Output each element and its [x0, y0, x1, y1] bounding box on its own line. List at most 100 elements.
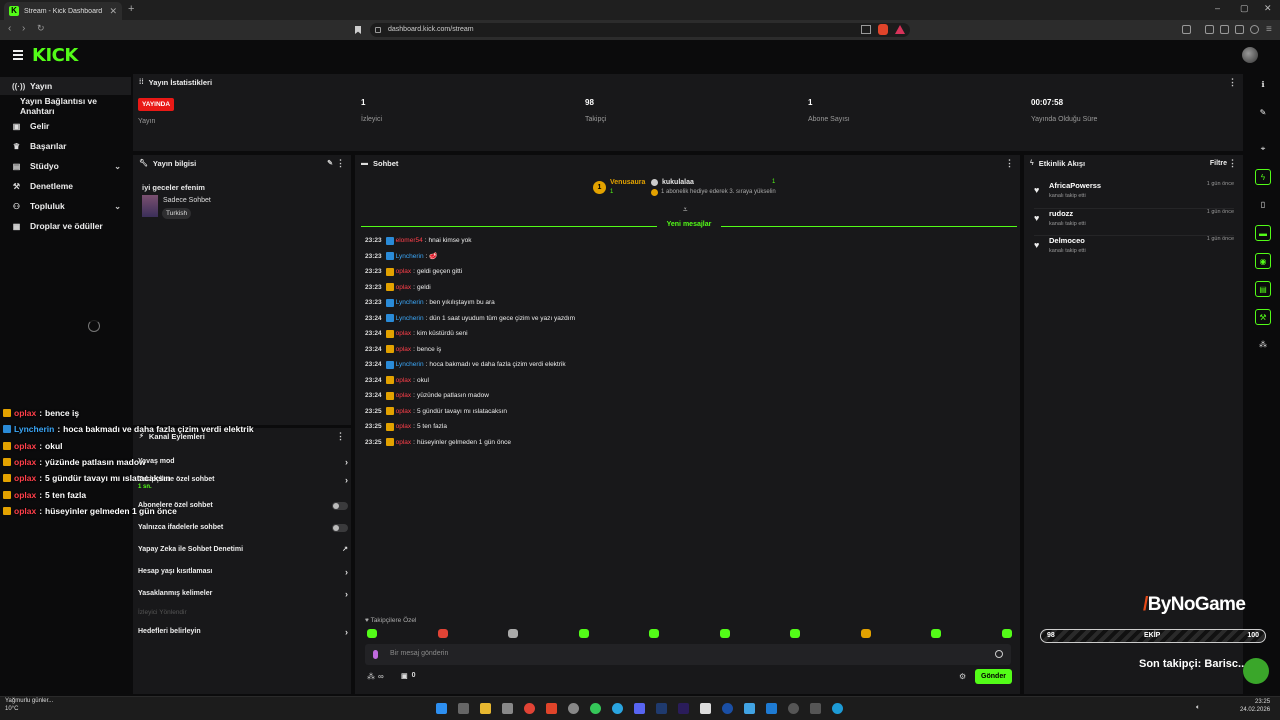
add-widget-icon[interactable]: ⁂	[1255, 337, 1271, 353]
chat-panel-icon[interactable]: ▬	[1255, 225, 1271, 241]
wrench-panel-icon[interactable]: ⚒	[1255, 309, 1271, 325]
forward-icon[interactable]: ›	[22, 23, 25, 34]
windows-start-icon[interactable]	[436, 703, 447, 714]
new-tab-icon[interactable]: +	[128, 3, 134, 15]
chat-input[interactable]: Bir mesaj gönderin	[365, 644, 1011, 665]
emoji-picker-icon[interactable]	[995, 650, 1003, 658]
emote-icon[interactable]	[508, 629, 518, 638]
emote-icon[interactable]	[860, 629, 871, 638]
chat-message[interactable]: 23:24 oplax: kim küstürdü seni	[365, 328, 468, 339]
browser-tab[interactable]: K Stream - Kick Dashboard ✕	[4, 2, 122, 20]
brave-icon[interactable]	[546, 703, 557, 714]
store-icon[interactable]	[502, 703, 513, 714]
collapse-icon[interactable]: ⩡	[683, 205, 688, 215]
chat-message[interactable]: 23:23 oplax: geldi geçen gitti	[365, 266, 462, 277]
app-icon[interactable]	[788, 703, 799, 714]
obs-icon[interactable]	[700, 703, 711, 714]
message-username[interactable]: oplax	[396, 423, 412, 430]
chat-message[interactable]: 23:25 oplax:5 ten fazla	[365, 421, 447, 432]
sidebar-toggle-icon[interactable]	[1205, 25, 1214, 34]
whatsapp-icon[interactable]	[590, 703, 601, 714]
document-icon[interactable]: ▯	[1255, 197, 1271, 213]
message-username[interactable]: oplax	[396, 408, 412, 415]
microphone-icon[interactable]	[373, 650, 378, 659]
drag-handle-icon[interactable]: ⁞⁞	[139, 79, 144, 86]
back-icon[interactable]: ‹	[8, 23, 11, 34]
chat-message[interactable]: 23:23 elomer54: hnai kimse yok	[365, 235, 472, 246]
chat-message[interactable]: 23:25 oplax:5 gündür tavayı mı ıslatacaks…	[365, 406, 507, 417]
photoshop-icon[interactable]	[656, 703, 667, 714]
sidebar-item-yayin[interactable]: ((·)) Yayın	[0, 77, 131, 95]
more-options-icon[interactable]: ⋮	[336, 431, 345, 442]
chat-message[interactable]: 23:23 Lyncherin: 🥩	[365, 251, 437, 262]
emote-icon[interactable]	[367, 629, 377, 638]
brave-rewards-icon[interactable]	[895, 25, 905, 34]
sidebar-item-basarilar[interactable]: ♛ Başarılar	[0, 137, 131, 155]
extensions-icon[interactable]	[1220, 25, 1229, 34]
brave-shield-icon[interactable]	[878, 24, 888, 35]
broadcast-panel-icon[interactable]: ◉	[1255, 253, 1271, 269]
emote-icon[interactable]	[790, 629, 800, 638]
app-icon[interactable]	[568, 703, 579, 714]
chrome-icon[interactable]	[524, 703, 535, 714]
reader-mode-icon[interactable]	[1182, 25, 1191, 34]
vscode-icon[interactable]	[766, 703, 777, 714]
chat-message[interactable]: 23:24 oplax: yüzünde patlasın madow	[365, 390, 489, 401]
sidebar-item-studyo[interactable]: ▤ Stüdyo ⌄	[0, 157, 131, 175]
weather-widget[interactable]: Yağmurlu günler... 10°C	[5, 698, 53, 712]
emote-icon[interactable]	[719, 629, 730, 638]
system-tray-icons[interactable]: 🔈︎	[1196, 704, 1220, 712]
message-username[interactable]: oplax	[396, 392, 412, 399]
send-button[interactable]: Gönder	[975, 669, 1012, 684]
more-options-icon[interactable]: ⋮	[1005, 158, 1014, 169]
user-avatar[interactable]	[1242, 47, 1258, 63]
sidebar-item-topluluk[interactable]: ⚇ Topluluk ⌄	[0, 197, 131, 215]
message-username[interactable]: oplax	[396, 439, 412, 446]
action-banned-words[interactable]: Yasaklanmış kelimeler ›	[138, 587, 348, 601]
chat-settings-icon[interactable]: ⚙	[959, 672, 966, 681]
emote-icon[interactable]	[931, 629, 941, 638]
chat-message[interactable]: 23:24 oplax: okul	[365, 375, 429, 386]
edit-pencil-icon[interactable]: ✎	[327, 159, 333, 167]
pencil-icon[interactable]: ✎	[1255, 105, 1271, 121]
message-username[interactable]: Lyncherin	[396, 361, 424, 368]
app-v-icon[interactable]	[744, 703, 755, 714]
kick-logo[interactable]: KICK	[32, 45, 78, 66]
minimize-button[interactable]: –	[1215, 3, 1220, 13]
emote-icon[interactable]	[1001, 629, 1012, 638]
hamburger-menu-icon[interactable]	[13, 50, 23, 62]
channel-points[interactable]: ⁂ ∞	[367, 672, 384, 681]
discord-icon[interactable]	[634, 703, 645, 714]
app-c-icon[interactable]	[722, 703, 733, 714]
action-slow-mode[interactable]: Yavaş mod ›	[138, 455, 348, 469]
message-username[interactable]: oplax	[396, 268, 412, 275]
filter-button[interactable]: Filtre	[1210, 160, 1227, 167]
sidebar-item-droplar[interactable]: ▦ Droplar ve ödüller	[0, 217, 131, 235]
event-user[interactable]: rudozz	[1049, 209, 1073, 218]
gift-counter[interactable]: ▣ 0	[401, 672, 416, 680]
stats-panel-icon[interactable]: ▤	[1255, 281, 1271, 297]
chat-message[interactable]: 23:24 oplax: bence iş	[365, 344, 441, 355]
vpn-icon[interactable]	[1250, 25, 1259, 34]
action-emotes-only[interactable]: Yalnızca ifadelerle sohbet	[138, 521, 348, 535]
app-icon[interactable]	[810, 703, 821, 714]
message-username[interactable]: oplax	[396, 330, 412, 337]
event-user[interactable]: AfricaPowerss	[1049, 181, 1101, 190]
wallet-icon[interactable]	[1235, 25, 1244, 34]
task-view-icon[interactable]	[458, 703, 469, 714]
message-username[interactable]: oplax	[396, 377, 412, 384]
emote-icon[interactable]	[437, 629, 448, 638]
message-username[interactable]: elomer54	[396, 237, 423, 244]
more-options-icon[interactable]: ⋮	[1228, 158, 1237, 169]
subscribers-only-toggle[interactable]	[332, 502, 348, 510]
emote-icon[interactable]	[649, 629, 659, 638]
share-icon[interactable]	[861, 25, 871, 34]
chat-message[interactable]: 23:23 Lyncherin: ben yıkılıştayım bu ara	[365, 297, 495, 308]
stream-category[interactable]: Sadece Sohbet	[163, 197, 211, 204]
chat-message[interactable]: 23:23 oplax: geldi	[365, 282, 431, 293]
message-username[interactable]: Lyncherin	[396, 253, 424, 260]
sidebar-item-denetleme[interactable]: ⚒ Denetleme	[0, 177, 131, 195]
message-username[interactable]: Lyncherin	[396, 315, 424, 322]
file-explorer-icon[interactable]	[480, 703, 491, 714]
maximize-button[interactable]: ▢	[1240, 3, 1249, 14]
